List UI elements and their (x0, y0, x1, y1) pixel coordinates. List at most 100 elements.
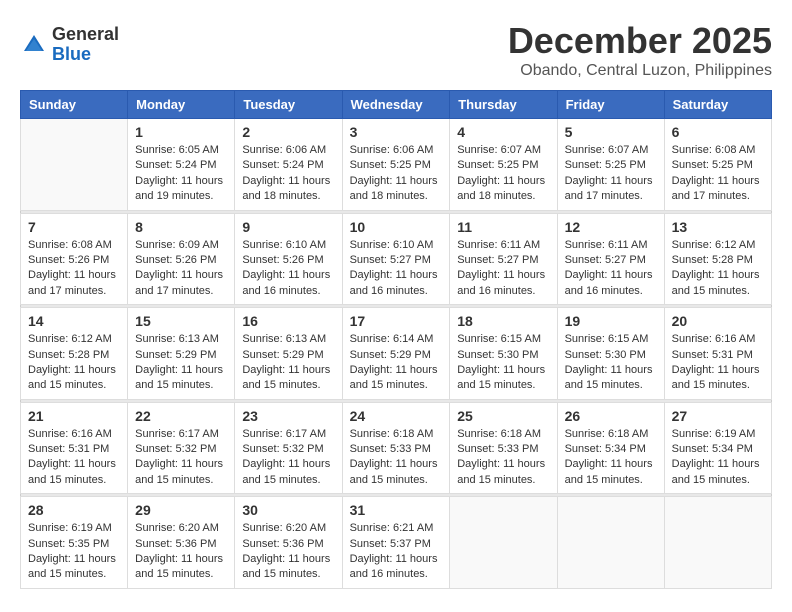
day-info: Sunrise: 6:10 AMSunset: 5:26 PMDaylight:… (242, 238, 334, 300)
location-title: Obando, Central Luzon, Philippines (508, 62, 772, 80)
day-number: 25 (457, 408, 549, 424)
day-info: Sunrise: 6:08 AMSunset: 5:26 PMDaylight:… (28, 238, 120, 300)
calendar-cell: 14 Sunrise: 6:12 AMSunset: 5:28 PMDayligh… (21, 308, 128, 400)
calendar-cell (557, 497, 664, 589)
logo-general-text: General (52, 25, 119, 45)
day-info: Sunrise: 6:11 AMSunset: 5:27 PMDaylight:… (457, 238, 549, 300)
day-info: Sunrise: 6:18 AMSunset: 5:33 PMDaylight:… (350, 427, 443, 489)
calendar-table: SundayMondayTuesdayWednesdayThursdayFrid… (20, 90, 772, 589)
day-info: Sunrise: 6:09 AMSunset: 5:26 PMDaylight:… (135, 238, 227, 300)
weekday-header: Friday (557, 91, 664, 119)
day-number: 1 (135, 124, 227, 140)
calendar-cell: 25 Sunrise: 6:18 AMSunset: 5:33 PMDayligh… (450, 402, 557, 494)
calendar-cell: 26Sunrise: 6:18 AMSunset: 5:34 PMDayligh… (557, 402, 664, 494)
calendar-cell (450, 497, 557, 589)
calendar-header-row: SundayMondayTuesdayWednesdayThursdayFrid… (21, 91, 772, 119)
day-number: 9 (242, 219, 334, 235)
calendar-week-row: 14 Sunrise: 6:12 AMSunset: 5:28 PMDayligh… (21, 308, 772, 400)
day-number: 14 (28, 313, 120, 329)
day-info: Sunrise: 6:18 AMSunset: 5:33 PMDaylight:… (457, 427, 549, 489)
calendar-cell: 31 Sunrise: 6:21 AMSunset: 5:37 PMDayligh… (342, 497, 450, 589)
day-number: 15 (135, 313, 227, 329)
day-info: Sunrise: 6:17 AMSunset: 5:32 PMDaylight:… (242, 427, 334, 489)
day-number: 22 (135, 408, 227, 424)
day-number: 11 (457, 219, 549, 235)
calendar-cell: 16 Sunrise: 6:13 AMSunset: 5:29 PMDayligh… (235, 308, 342, 400)
page-header: General Blue December 2025 Obando, Centr… (20, 20, 772, 80)
day-info: Sunrise: 6:14 AMSunset: 5:29 PMDaylight:… (350, 332, 443, 394)
day-info: Sunrise: 6:12 AMSunset: 5:28 PMDaylight:… (28, 332, 120, 394)
calendar-cell: 29Sunrise: 6:20 AMSunset: 5:36 PMDayligh… (128, 497, 235, 589)
weekday-header: Tuesday (235, 91, 342, 119)
month-title: December 2025 (508, 20, 772, 62)
calendar-cell: 19 Sunrise: 6:15 AMSunset: 5:30 PMDayligh… (557, 308, 664, 400)
weekday-header: Thursday (450, 91, 557, 119)
day-info: Sunrise: 6:15 AMSunset: 5:30 PMDaylight:… (565, 332, 657, 394)
day-number: 19 (565, 313, 657, 329)
day-info: Sunrise: 6:05 AMSunset: 5:24 PMDaylight:… (135, 143, 227, 205)
calendar-cell: 18 Sunrise: 6:15 AMSunset: 5:30 PMDayligh… (450, 308, 557, 400)
day-number: 8 (135, 219, 227, 235)
day-info: Sunrise: 6:10 AMSunset: 5:27 PMDaylight:… (350, 238, 443, 300)
day-info: Sunrise: 6:17 AMSunset: 5:32 PMDaylight:… (135, 427, 227, 489)
day-info: Sunrise: 6:12 AMSunset: 5:28 PMDaylight:… (672, 238, 764, 300)
day-number: 6 (672, 124, 764, 140)
weekday-header: Sunday (21, 91, 128, 119)
day-info: Sunrise: 6:20 AMSunset: 5:36 PMDaylight:… (242, 521, 334, 583)
calendar-cell (21, 119, 128, 211)
day-number: 12 (565, 219, 657, 235)
calendar-cell: 3Sunrise: 6:06 AMSunset: 5:25 PMDaylight… (342, 119, 450, 211)
calendar-cell: 11 Sunrise: 6:11 AMSunset: 5:27 PMDayligh… (450, 213, 557, 305)
calendar-cell: 17 Sunrise: 6:14 AMSunset: 5:29 PMDayligh… (342, 308, 450, 400)
day-info: Sunrise: 6:19 AMSunset: 5:35 PMDaylight:… (28, 521, 120, 583)
calendar-week-row: 21Sunrise: 6:16 AMSunset: 5:31 PMDayligh… (21, 402, 772, 494)
calendar-cell: 12 Sunrise: 6:11 AMSunset: 5:27 PMDayligh… (557, 213, 664, 305)
day-info: Sunrise: 6:18 AMSunset: 5:34 PMDaylight:… (565, 427, 657, 489)
calendar-cell: 22 Sunrise: 6:17 AMSunset: 5:32 PMDayligh… (128, 402, 235, 494)
day-info: Sunrise: 6:19 AMSunset: 5:34 PMDaylight:… (672, 427, 764, 489)
day-info: Sunrise: 6:13 AMSunset: 5:29 PMDaylight:… (135, 332, 227, 394)
day-number: 16 (242, 313, 334, 329)
logo: General Blue (20, 25, 119, 65)
calendar-cell: 9 Sunrise: 6:10 AMSunset: 5:26 PMDaylight… (235, 213, 342, 305)
calendar-cell: 28 Sunrise: 6:19 AMSunset: 5:35 PMDayligh… (21, 497, 128, 589)
day-number: 17 (350, 313, 443, 329)
day-number: 20 (672, 313, 764, 329)
day-number: 31 (350, 502, 443, 518)
weekday-header: Saturday (664, 91, 771, 119)
calendar-cell: 27 Sunrise: 6:19 AMSunset: 5:34 PMDayligh… (664, 402, 771, 494)
day-info: Sunrise: 6:13 AMSunset: 5:29 PMDaylight:… (242, 332, 334, 394)
day-number: 10 (350, 219, 443, 235)
day-number: 13 (672, 219, 764, 235)
calendar-cell: 20Sunrise: 6:16 AMSunset: 5:31 PMDayligh… (664, 308, 771, 400)
day-number: 24 (350, 408, 443, 424)
day-number: 7 (28, 219, 120, 235)
weekday-header: Wednesday (342, 91, 450, 119)
day-info: Sunrise: 6:06 AMSunset: 5:24 PMDaylight:… (242, 143, 334, 205)
weekday-header: Monday (128, 91, 235, 119)
calendar-cell: 2 Sunrise: 6:06 AMSunset: 5:24 PMDaylight… (235, 119, 342, 211)
calendar-cell (664, 497, 771, 589)
day-number: 30 (242, 502, 334, 518)
day-info: Sunrise: 6:21 AMSunset: 5:37 PMDaylight:… (350, 521, 443, 583)
calendar-cell: 23Sunrise: 6:17 AMSunset: 5:32 PMDayligh… (235, 402, 342, 494)
calendar-cell: 30 Sunrise: 6:20 AMSunset: 5:36 PMDayligh… (235, 497, 342, 589)
calendar-cell: 15 Sunrise: 6:13 AMSunset: 5:29 PMDayligh… (128, 308, 235, 400)
day-info: Sunrise: 6:11 AMSunset: 5:27 PMDaylight:… (565, 238, 657, 300)
day-number: 2 (242, 124, 334, 140)
day-number: 3 (350, 124, 443, 140)
day-info: Sunrise: 6:07 AMSunset: 5:25 PMDaylight:… (565, 143, 657, 205)
day-number: 4 (457, 124, 549, 140)
day-number: 27 (672, 408, 764, 424)
logo-blue-text: Blue (52, 45, 119, 65)
day-number: 18 (457, 313, 549, 329)
calendar-week-row: 1 Sunrise: 6:05 AMSunset: 5:24 PMDaylight… (21, 119, 772, 211)
day-number: 21 (28, 408, 120, 424)
calendar-cell: 1 Sunrise: 6:05 AMSunset: 5:24 PMDaylight… (128, 119, 235, 211)
day-number: 28 (28, 502, 120, 518)
day-info: Sunrise: 6:15 AMSunset: 5:30 PMDaylight:… (457, 332, 549, 394)
calendar-cell: 4 Sunrise: 6:07 AMSunset: 5:25 PMDaylight… (450, 119, 557, 211)
day-info: Sunrise: 6:07 AMSunset: 5:25 PMDaylight:… (457, 143, 549, 205)
day-info: Sunrise: 6:08 AMSunset: 5:25 PMDaylight:… (672, 143, 764, 205)
day-number: 5 (565, 124, 657, 140)
